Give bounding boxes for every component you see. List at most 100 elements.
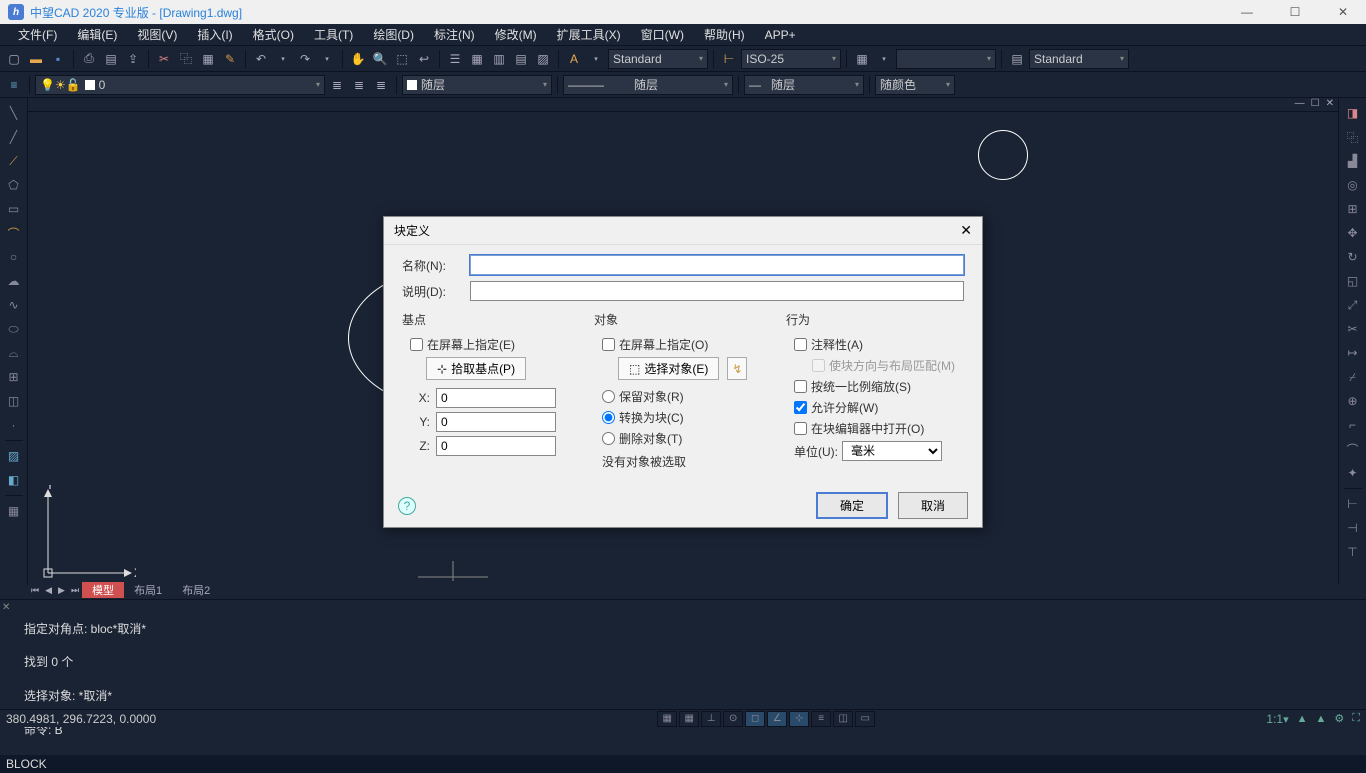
editor-checkbox[interactable]: 在块编辑器中打开(O) — [794, 420, 964, 437]
redo-icon[interactable]: ↷ — [295, 49, 315, 69]
xline-icon[interactable]: ╱ — [3, 126, 25, 148]
block-icon[interactable]: ◫ — [3, 390, 25, 412]
explode-icon[interactable]: ✦ — [1342, 462, 1364, 484]
workspace-button[interactable]: ⚙ — [1334, 712, 1344, 725]
y-input[interactable] — [436, 412, 556, 432]
zoom-rt-icon[interactable]: 🔍 — [370, 49, 390, 69]
command-input[interactable]: BLOCK — [0, 755, 1366, 773]
menu-dim[interactable]: 标注(N) — [424, 26, 485, 43]
textstyle-icon[interactable]: A — [564, 49, 584, 69]
menu-format[interactable]: 格式(O) — [243, 26, 304, 43]
extend-icon[interactable]: ↦ — [1342, 342, 1364, 364]
ortho-button[interactable]: ⊥ — [701, 711, 721, 727]
print-preview-icon[interactable]: ▤ — [101, 49, 121, 69]
dim-tool3-icon[interactable]: ⊤ — [1342, 541, 1364, 563]
anno-checkbox[interactable]: 注释性(A) — [794, 336, 964, 353]
menu-tools[interactable]: 工具(T) — [304, 26, 363, 43]
menu-app[interactable]: APP+ — [755, 28, 806, 42]
retain-radio[interactable]: 保留对象(R) — [602, 388, 772, 405]
menu-edit[interactable]: 编辑(E) — [67, 26, 127, 43]
line-icon[interactable]: ╲ — [3, 102, 25, 124]
hatch-icon[interactable]: ▨ — [3, 445, 25, 467]
tab-layout1[interactable]: 布局1 — [124, 582, 172, 598]
lineweight-dropdown[interactable]: — 随层 — [744, 75, 864, 95]
tab-prev-icon[interactable]: ◀ — [42, 585, 55, 596]
plotstyle-dropdown[interactable]: 随颜色 — [875, 75, 955, 95]
design-center-icon[interactable]: ▦ — [467, 49, 487, 69]
undo-icon[interactable]: ↶ — [251, 49, 271, 69]
tablestyle-icon[interactable]: ▦ — [852, 49, 872, 69]
fillet-icon[interactable]: ⌒ — [1342, 438, 1364, 460]
offset-icon[interactable]: ◎ — [1342, 174, 1364, 196]
canvas-min-button[interactable]: — — [1295, 98, 1305, 111]
z-input[interactable] — [436, 436, 556, 456]
publish-icon[interactable]: ⇪ — [123, 49, 143, 69]
menu-file[interactable]: 文件(F) — [8, 26, 67, 43]
fullscreen-button[interactable]: ⛶ — [1352, 712, 1360, 725]
model-button[interactable]: ▭ — [855, 711, 875, 727]
tool-palette-icon[interactable]: ▥ — [489, 49, 509, 69]
quickselect-button[interactable]: ↯ — [727, 357, 747, 380]
redo-dropdown-icon[interactable]: ▾ — [317, 49, 337, 69]
menu-modify[interactable]: 修改(M) — [485, 26, 547, 43]
layer-walk-icon[interactable]: ≣ — [371, 75, 391, 95]
delete-radio[interactable]: 删除对象(T) — [602, 430, 772, 447]
pan-icon[interactable]: ✋ — [348, 49, 368, 69]
save-icon[interactable]: ▪ — [48, 49, 68, 69]
menu-window[interactable]: 窗口(W) — [631, 26, 694, 43]
array-icon[interactable]: ⊞ — [1342, 198, 1364, 220]
menu-express[interactable]: 扩展工具(X) — [547, 26, 631, 43]
print-icon[interactable]: ⎙ — [79, 49, 99, 69]
layer-iso-icon[interactable]: ≣ — [349, 75, 369, 95]
trim-icon[interactable]: ✂ — [1342, 318, 1364, 340]
desc-input[interactable] — [470, 281, 964, 301]
tab-layout2[interactable]: 布局2 — [172, 582, 220, 598]
cleanup-icon[interactable]: ▨ — [533, 49, 553, 69]
otrack-button[interactable]: ∠ — [767, 711, 787, 727]
join-icon[interactable]: ⊕ — [1342, 390, 1364, 412]
paste-icon[interactable]: ▦ — [198, 49, 218, 69]
stretch-icon[interactable]: ⤢ — [1342, 294, 1364, 316]
pick-point-button[interactable]: ⊹拾取基点(P) — [426, 357, 526, 380]
minimize-button[interactable]: — — [1232, 5, 1262, 19]
revcloud-icon[interactable]: ☁ — [3, 270, 25, 292]
maximize-button[interactable]: ☐ — [1280, 5, 1310, 19]
cut-icon[interactable]: ✂ — [154, 49, 174, 69]
chamfer-icon[interactable]: ⌐ — [1342, 414, 1364, 436]
bp-screen-checkbox[interactable]: 在屏幕上指定(E) — [410, 336, 580, 353]
calc-icon[interactable]: ▤ — [511, 49, 531, 69]
point-icon[interactable]: · — [3, 414, 25, 436]
cycle-button[interactable]: ◫ — [833, 711, 853, 727]
grid-button[interactable]: ▦ — [679, 711, 699, 727]
gradient-icon[interactable]: ◧ — [3, 469, 25, 491]
ok-button[interactable]: 确定 — [816, 492, 888, 519]
help-button[interactable]: ? — [398, 497, 416, 515]
copy-icon[interactable]: ⿻ — [176, 49, 196, 69]
tablestyle-dropdown-icon[interactable]: ▾ — [874, 49, 894, 69]
arc-icon[interactable]: ⌒ — [3, 222, 25, 244]
tab-model[interactable]: 模型 — [82, 582, 124, 598]
match-icon[interactable]: ✎ — [220, 49, 240, 69]
snap-button[interactable]: ▦ — [657, 711, 677, 727]
menu-help[interactable]: 帮助(H) — [694, 26, 755, 43]
cancel-button[interactable]: 取消 — [898, 492, 968, 519]
mlstyle-dropdown[interactable] — [896, 49, 996, 69]
scale-display[interactable]: 1:1▾ — [1266, 712, 1288, 726]
insert-icon[interactable]: ⊞ — [3, 366, 25, 388]
dyn-button[interactable]: ⊹ — [789, 711, 809, 727]
tab-first-icon[interactable]: ⏮ — [28, 585, 42, 596]
menu-draw[interactable]: 绘图(D) — [363, 26, 424, 43]
break-icon[interactable]: ⌿ — [1342, 366, 1364, 388]
close-button[interactable]: ✕ — [1328, 5, 1358, 19]
spline-icon[interactable]: ∿ — [3, 294, 25, 316]
move-icon[interactable]: ✥ — [1342, 222, 1364, 244]
new-icon[interactable]: ▢ — [4, 49, 24, 69]
anno-vis-button[interactable]: ▲ — [1316, 713, 1327, 725]
anno-scale-button[interactable]: ▲ — [1297, 713, 1308, 725]
dimstyle-dropdown[interactable]: ISO-25 — [741, 49, 841, 69]
scale-icon[interactable]: ◱ — [1342, 270, 1364, 292]
canvas-close-button[interactable]: ✕ — [1326, 98, 1334, 111]
unit-select[interactable]: 毫米 — [842, 441, 942, 461]
color-dropdown[interactable]: 随层 — [402, 75, 552, 95]
lwt-button[interactable]: ≡ — [811, 711, 831, 727]
